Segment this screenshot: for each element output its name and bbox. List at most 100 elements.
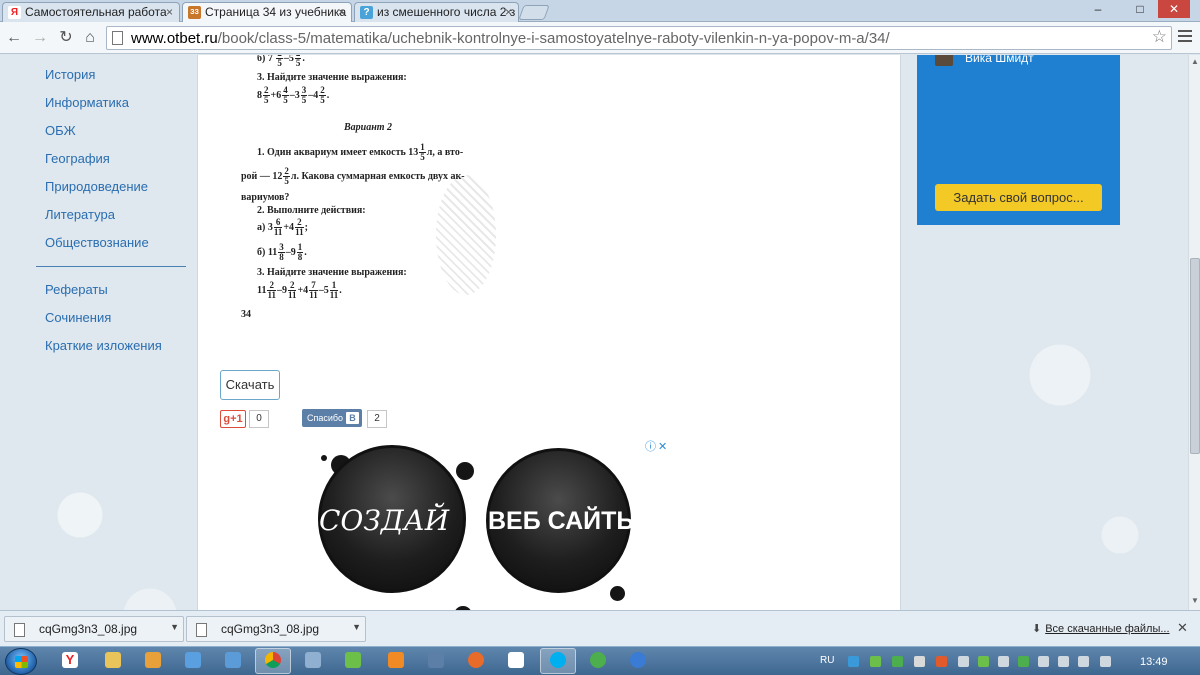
sidebar-link-literature[interactable]: Литература <box>45 207 115 222</box>
ad-decoration-dot <box>321 455 327 461</box>
sidebar-link-referaty[interactable]: Рефераты <box>45 282 108 297</box>
download-item[interactable]: cqGmg3n3_08.jpg ▼ <box>186 616 366 642</box>
scrollbar-thumb[interactable] <box>1190 258 1200 454</box>
windows-taskbar: Y RU 13:49 <box>0 646 1200 675</box>
network-icon[interactable] <box>998 656 1009 667</box>
tray-app-icon[interactable] <box>892 656 903 667</box>
windows-logo-icon <box>15 656 28 668</box>
url-path: /book/class-5/matematika/uchebnik-kontro… <box>217 30 890 47</box>
forward-arrow-icon[interactable]: → <box>30 28 50 48</box>
tray-app-icon[interactable] <box>1038 656 1049 667</box>
sidebar-link-sochineniya[interactable]: Сочинения <box>45 310 111 325</box>
show-all-downloads-link[interactable]: ⬇ Все скачанные файлы... <box>1032 622 1170 635</box>
yandex-icon[interactable] <box>508 652 524 668</box>
sidebar-link-nature[interactable]: Природоведение <box>45 179 148 194</box>
ad-decoration-dot <box>610 586 625 601</box>
ad-info-icon[interactable]: ⓘ <box>645 441 656 453</box>
sidebar-link-obzh[interactable]: ОБЖ <box>45 123 76 138</box>
home-icon[interactable]: ⌂ <box>80 28 100 48</box>
close-window-button[interactable]: ✕ <box>1158 0 1190 18</box>
sidebar-link-informatics[interactable]: Информатика <box>45 95 129 110</box>
sidebar-link-summaries[interactable]: Краткие изложения <box>45 338 162 353</box>
skype-icon[interactable] <box>550 652 566 668</box>
firefox-icon[interactable] <box>468 652 484 668</box>
chevron-down-icon[interactable]: ▼ <box>170 622 179 632</box>
google-plus-count: 0 <box>249 410 269 428</box>
vk-thanks-button[interactable]: Спасибо B <box>302 409 362 427</box>
sidebar-link-social-studies[interactable]: Обществознание <box>45 235 149 250</box>
chrome-icon[interactable] <box>265 652 281 668</box>
downloader-icon[interactable] <box>345 652 361 668</box>
scan-line: б) 11 3 8 –9 1 8. <box>257 242 307 262</box>
reload-icon[interactable]: ↻ <box>56 28 76 48</box>
sidebar-link-geography[interactable]: География <box>45 151 110 166</box>
page-scrollbar[interactable]: ▲ ▼ <box>1188 55 1200 610</box>
scan-line: 11 2 11 –9 2 11 +4 7 11 –5 1 11. <box>257 280 342 300</box>
tray-app-icon[interactable] <box>1018 656 1029 667</box>
tray-app-icon[interactable] <box>936 656 947 667</box>
download-arrow-icon: ⬇ <box>1032 623 1042 635</box>
close-shelf-icon[interactable]: ✕ <box>1177 620 1188 636</box>
tray-app-icon[interactable] <box>978 656 989 667</box>
close-tab-icon[interactable]: × <box>338 3 345 21</box>
tab-title: из смешенного числа 2 з <box>377 5 516 19</box>
volume-icon[interactable] <box>958 656 969 667</box>
tray-app-icon[interactable] <box>1100 656 1111 667</box>
scroll-down-icon[interactable]: ▼ <box>1191 596 1199 605</box>
odnoklassniki-icon[interactable] <box>388 652 404 668</box>
tray-app-icon[interactable] <box>1058 656 1069 667</box>
language-indicator[interactable]: RU <box>820 655 834 666</box>
sidebar-link-history[interactable]: История <box>45 67 95 82</box>
otbet-favicon-icon: ЗЗ <box>188 6 201 19</box>
tab-samostoyatelnaya[interactable]: Я Самостоятельная работа × <box>2 2 180 22</box>
vk-thanks-count: 2 <box>367 410 387 428</box>
file-icon <box>196 623 207 637</box>
question-widget: Вика Шмидт Задать свой вопрос... <box>917 55 1120 225</box>
tab-smeshennoe-chislo[interactable]: ? из смешенного числа 2 з × <box>354 2 519 22</box>
ask-question-button[interactable]: Задать свой вопрос... <box>935 184 1102 211</box>
start-button[interactable] <box>5 648 37 675</box>
username[interactable]: Вика Шмидт <box>965 55 1034 65</box>
tray-app-icon[interactable] <box>914 656 925 667</box>
close-tab-icon[interactable]: × <box>166 3 173 21</box>
download-button[interactable]: Скачать <box>220 370 280 400</box>
ad-close-icon[interactable]: ✕ <box>658 441 667 453</box>
yandex-browser-icon[interactable]: Y <box>62 652 78 668</box>
download-item[interactable]: cqGmg3n3_08.jpg ▼ <box>4 616 184 642</box>
page-icon <box>112 31 123 45</box>
tray-app-icon[interactable] <box>848 656 859 667</box>
new-tab-button[interactable] <box>518 5 550 20</box>
yandex-favicon-icon: Я <box>8 6 21 19</box>
minimize-button[interactable]: – <box>1084 0 1112 18</box>
tray-app-icon[interactable] <box>870 656 881 667</box>
scan-line: 3. Найдите значение выражения: <box>257 72 407 83</box>
back-arrow-icon[interactable]: ← <box>4 28 24 48</box>
taskbar-clock[interactable]: 13:49 <box>1140 656 1168 668</box>
ad-text-create: СОЗДАЙ <box>319 504 450 537</box>
scroll-up-icon[interactable]: ▲ <box>1191 57 1199 66</box>
tab-bar: Я Самостоятельная работа × ЗЗ Страница 3… <box>0 0 1200 23</box>
ad-controls: ⓘ ✕ <box>645 438 667 454</box>
app-icon[interactable] <box>630 652 646 668</box>
browser-menu-icon[interactable] <box>1178 30 1192 44</box>
tab-stranitsa-34[interactable]: ЗЗ Страница 34 из учебника × <box>182 2 352 23</box>
bookmark-star-icon[interactable]: ☆ <box>1152 27 1167 47</box>
scan-line: 2. Выполните действия: <box>257 205 366 216</box>
scan-line: 3. Найдите значение выражения: <box>257 267 407 278</box>
tray-app-icon[interactable] <box>1078 656 1089 667</box>
mail-icon[interactable] <box>225 652 241 668</box>
maximize-button[interactable]: □ <box>1126 0 1154 18</box>
close-tab-icon[interactable]: × <box>505 3 512 21</box>
vk-icon[interactable] <box>428 652 444 668</box>
download-filename: cqGmg3n3_08.jpg <box>39 622 138 636</box>
file-explorer-icon[interactable] <box>105 652 121 668</box>
utorrent-icon[interactable] <box>590 652 606 668</box>
chevron-down-icon[interactable]: ▼ <box>352 622 361 632</box>
speaker-app-icon[interactable] <box>305 652 321 668</box>
computer-icon[interactable] <box>185 652 201 668</box>
vk-thanks-label: Спасибо <box>307 413 344 423</box>
textbook-page-scan: б) 7 25–525. 3. Найдите значение выражен… <box>238 55 538 355</box>
media-player-icon[interactable] <box>145 652 161 668</box>
address-bar[interactable]: www.otbet.ru/book/class-5/matematika/uch… <box>106 26 1172 50</box>
google-plus-button[interactable]: g+1 <box>220 410 246 428</box>
